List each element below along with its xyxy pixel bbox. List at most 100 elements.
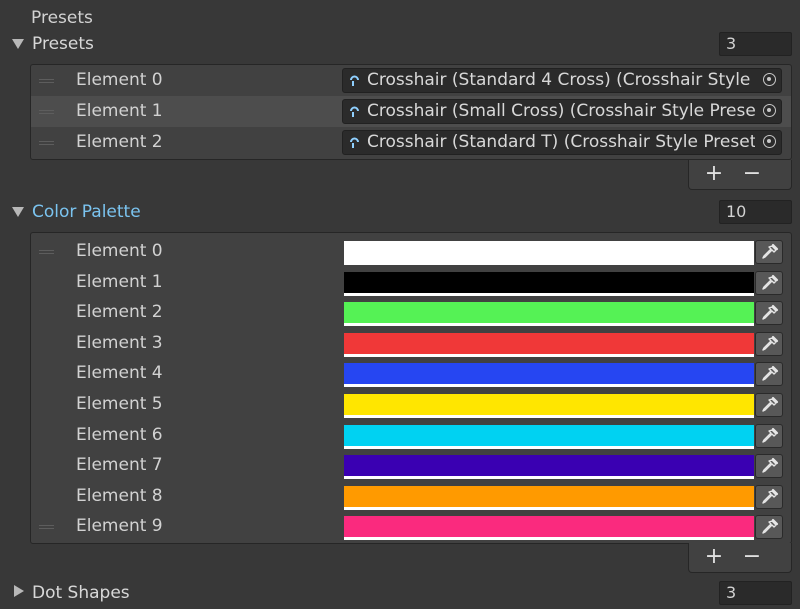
- color-list-item[interactable]: Element 4: [31, 358, 791, 389]
- color-list-item[interactable]: Element 5: [31, 389, 791, 420]
- color-palette-list-footer: + −: [688, 543, 792, 573]
- color-swatch[interactable]: [344, 485, 754, 510]
- alpha-bar: [344, 415, 754, 418]
- dot-shapes-foldout[interactable]: Dot Shapes 3: [0, 581, 800, 609]
- drag-handle-icon[interactable]: [39, 525, 54, 530]
- eyedropper-icon: [762, 274, 779, 290]
- color-swatch[interactable]: [344, 455, 754, 480]
- preset-list-item[interactable]: Element 2 Crosshair (Standard T) (Crossha…: [31, 127, 791, 158]
- preset-object-field[interactable]: Crosshair (Standard 4 Cross) (Crosshair …: [342, 68, 782, 93]
- color-swatch[interactable]: [344, 271, 754, 296]
- preset-list-item[interactable]: Element 1 Crosshair (Small Cross) (Crossh…: [31, 96, 791, 127]
- color-list-item[interactable]: Element 3: [31, 328, 791, 359]
- dot-shapes-label[interactable]: Dot Shapes: [32, 583, 130, 603]
- scriptable-object-icon: [350, 75, 359, 86]
- color-palette-foldout[interactable]: Color Palette 10: [0, 200, 800, 228]
- triangle-down-icon[interactable]: [12, 39, 24, 49]
- color-swatch[interactable]: [344, 332, 754, 357]
- eyedropper-button[interactable]: [755, 515, 783, 540]
- eyedropper-icon: [762, 519, 779, 535]
- alpha-bar: [344, 262, 754, 265]
- eyedropper-button[interactable]: [755, 301, 783, 326]
- eyedropper-button[interactable]: [755, 240, 783, 264]
- element-label: Element 1: [76, 101, 163, 121]
- remove-color-button[interactable]: −: [737, 545, 767, 569]
- element-label: Element 0: [76, 241, 163, 261]
- object-picker-icon[interactable]: [763, 73, 776, 86]
- eyedropper-button[interactable]: [755, 423, 783, 448]
- element-label: Element 4: [76, 363, 163, 384]
- object-picker-icon[interactable]: [763, 135, 776, 148]
- drag-handle-icon[interactable]: [39, 110, 54, 114]
- color-swatch[interactable]: [344, 302, 754, 327]
- element-label: Element 6: [76, 424, 163, 445]
- eyedropper-icon: [762, 243, 779, 259]
- presets-list: Element 0 Crosshair (Standard 4 Cross) (C…: [30, 64, 792, 160]
- color-list-item[interactable]: Element 2: [31, 297, 791, 328]
- alpha-bar: [344, 445, 754, 449]
- element-label: Element 1: [76, 271, 163, 292]
- color-list-item[interactable]: Element 9: [31, 511, 791, 542]
- inspector-header-title: Presets: [31, 8, 93, 28]
- alpha-bar: [344, 323, 754, 327]
- eyedropper-icon: [762, 458, 779, 473]
- eyedropper-icon: [762, 488, 779, 504]
- element-label: Element 5: [76, 394, 163, 414]
- drag-handle-icon[interactable]: [39, 79, 54, 83]
- color-swatch[interactable]: [344, 394, 754, 418]
- eyedropper-icon: [762, 305, 779, 320]
- eyedropper-button[interactable]: [755, 454, 783, 479]
- add-color-button[interactable]: +: [699, 545, 729, 569]
- color-swatch[interactable]: [344, 424, 754, 449]
- element-label: Element 2: [76, 132, 163, 152]
- eyedropper-icon: [762, 366, 779, 382]
- scriptable-object-icon: [350, 106, 359, 117]
- element-label: Element 7: [76, 455, 163, 476]
- presets-list-footer: + −: [688, 160, 792, 190]
- color-swatch[interactable]: [344, 241, 754, 265]
- alpha-bar: [344, 353, 754, 357]
- element-label: Element 9: [76, 516, 163, 537]
- color-list-item[interactable]: Element 1: [31, 267, 791, 298]
- preset-object-field[interactable]: Crosshair (Small Cross) (Crosshair Style…: [342, 99, 782, 124]
- preset-object-value: Crosshair (Small Cross) (Crosshair Style…: [367, 101, 755, 121]
- triangle-right-icon[interactable]: [14, 585, 24, 597]
- color-list-item[interactable]: Element 6: [31, 420, 791, 451]
- scriptable-object-icon: [350, 137, 359, 148]
- color-list-item[interactable]: Element 8: [31, 481, 791, 512]
- presets-size-input[interactable]: 3: [719, 32, 792, 56]
- color-list-item[interactable]: Element 0: [31, 236, 791, 267]
- element-label: Element 8: [76, 485, 163, 506]
- eyedropper-button[interactable]: [755, 362, 783, 387]
- remove-preset-button[interactable]: −: [737, 162, 767, 186]
- presets-label[interactable]: Presets: [32, 34, 94, 54]
- color-palette-size-input[interactable]: 10: [719, 200, 792, 224]
- drag-handle-icon[interactable]: [39, 250, 54, 254]
- eyedropper-button[interactable]: [755, 270, 783, 295]
- presets-foldout[interactable]: Presets 3: [0, 32, 800, 60]
- eyedropper-button[interactable]: [755, 484, 783, 509]
- eyedropper-button[interactable]: [755, 331, 783, 356]
- color-palette-label[interactable]: Color Palette: [32, 202, 141, 222]
- color-swatch[interactable]: [344, 516, 754, 541]
- eyedropper-icon: [762, 427, 779, 443]
- color-swatch[interactable]: [344, 363, 754, 388]
- add-preset-button[interactable]: +: [699, 162, 729, 186]
- alpha-bar: [344, 537, 754, 541]
- alpha-bar: [344, 384, 754, 388]
- preset-object-value: Crosshair (Standard 4 Cross) (Crosshair …: [367, 70, 755, 90]
- element-label: Element 2: [76, 302, 163, 323]
- eyedropper-icon: [762, 335, 779, 351]
- preset-object-field[interactable]: Crosshair (Standard T) (Crosshair Style …: [342, 130, 782, 155]
- color-palette-list: Element 0 Element 1 Element 2 Element 3 Elem…: [30, 232, 792, 544]
- eyedropper-button[interactable]: [755, 393, 783, 417]
- drag-handle-icon[interactable]: [39, 141, 54, 145]
- color-list-item[interactable]: Element 7: [31, 450, 791, 481]
- object-picker-icon[interactable]: [763, 104, 776, 117]
- alpha-bar: [344, 292, 754, 296]
- triangle-down-icon[interactable]: [12, 207, 24, 217]
- element-label: Element 0: [76, 70, 163, 90]
- preset-list-item[interactable]: Element 0 Crosshair (Standard 4 Cross) (C…: [31, 65, 791, 96]
- dot-shapes-size-input[interactable]: 3: [719, 581, 792, 605]
- preset-object-value: Crosshair (Standard T) (Crosshair Style …: [367, 132, 755, 152]
